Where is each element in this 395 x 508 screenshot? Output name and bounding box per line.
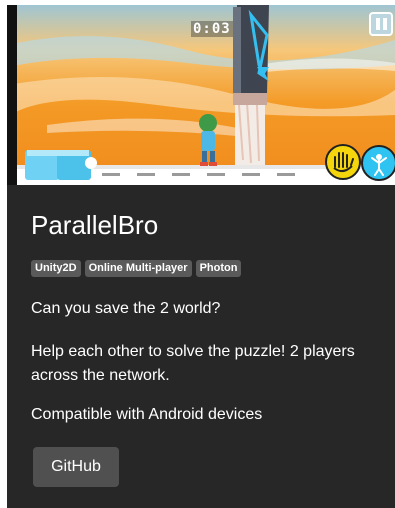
project-card: 0:03 ParallelBro Unity2D Online Multi-pl… bbox=[7, 5, 395, 508]
crystal-pillar bbox=[233, 5, 269, 165]
github-button[interactable]: GitHub bbox=[33, 447, 119, 487]
jump-icon[interactable] bbox=[361, 145, 395, 181]
project-description: Help each other to solve the puzzle! 2 p… bbox=[31, 343, 355, 384]
tag-unity2d: Unity2D bbox=[31, 260, 81, 277]
ice-blocks bbox=[25, 150, 97, 180]
project-tagline: Can you save the 2 world? bbox=[31, 300, 221, 317]
pause-icon[interactable] bbox=[369, 12, 393, 36]
tag-photon: Photon bbox=[195, 260, 242, 277]
game-screenshot: 0:03 bbox=[7, 5, 395, 185]
project-title: ParallelBro bbox=[31, 210, 159, 240]
game-timer: 0:03 bbox=[191, 21, 233, 37]
project-compatibility: Compatible with Android devices bbox=[31, 406, 263, 423]
hand-icon[interactable] bbox=[325, 144, 361, 180]
tag-online-multiplayer: Online Multi-player bbox=[84, 260, 192, 277]
tag-list: Unity2D Online Multi-player Photon bbox=[31, 260, 242, 277]
